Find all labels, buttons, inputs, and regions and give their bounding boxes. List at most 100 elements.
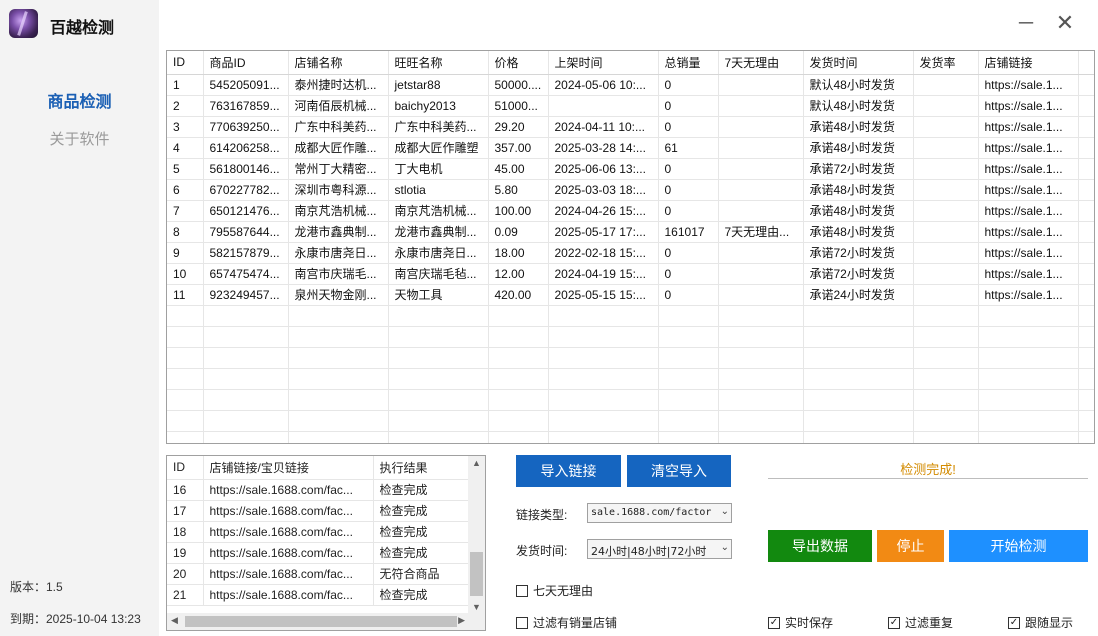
column-header[interactable]: 总销量 xyxy=(658,51,719,75)
table-cell xyxy=(718,95,804,117)
table-cell: 6 xyxy=(167,179,204,201)
table-cell: 承诺48小时发货 xyxy=(803,179,914,201)
filter-duplicate-checkbox[interactable]: ✓ 过滤重复 xyxy=(888,614,953,631)
log-row[interactable]: 17 https://sale.1688.com/fac... 检查完成 xyxy=(167,500,470,522)
table-cell: 45.00 xyxy=(488,158,549,180)
table-row[interactable]: 5 561800146... 常州丁大精密... 丁大电机 45.00 2025-06-0… xyxy=(167,158,1094,180)
table-cell: https://sale.1... xyxy=(978,284,1079,306)
checkbox-box[interactable] xyxy=(516,584,528,597)
column-header[interactable]: 商品ID xyxy=(203,51,289,75)
check-icon[interactable]: ✓ xyxy=(888,616,900,629)
empty-cell xyxy=(1078,368,1094,390)
table-cell: 泉州天物金刚... xyxy=(288,284,389,306)
empty-cell xyxy=(548,410,659,432)
table-cell: 常州丁大精密... xyxy=(288,158,389,180)
column-header[interactable]: 7天无理由 xyxy=(718,51,804,75)
log-row[interactable]: 20 https://sale.1688.com/fac... 无符合商品 xyxy=(167,563,470,585)
follow-display-checkbox[interactable]: ✓ 跟随显示 xyxy=(1008,614,1073,631)
table-cell: 5 xyxy=(167,158,204,180)
table-row[interactable]: 4 614206258... 成都大匠作雕... 成都大匠作雕塑 357.00 2025-… xyxy=(167,137,1094,159)
table-cell: 2025-03-28 14:... xyxy=(548,137,659,159)
empty-cell xyxy=(288,368,389,390)
column-header[interactable]: 发货率 xyxy=(913,51,979,75)
table-cell-filler xyxy=(1078,95,1094,117)
seven-day-checkbox[interactable]: 七天无理由 xyxy=(516,582,593,599)
log-horizontal-scrollbar[interactable]: ◀ ▶ xyxy=(167,613,485,630)
empty-cell xyxy=(658,347,719,369)
table-row[interactable]: 10 657475474... 南宫市庆瑞毛... 南宫庆瑞毛毡... 12.00 202… xyxy=(167,263,1094,285)
realtime-save-checkbox[interactable]: ✓ 实时保存 xyxy=(768,614,833,631)
log-horizontal-scroll-thumb[interactable] xyxy=(185,616,457,627)
log-cell: https://sale.1688.com/fac... xyxy=(203,521,374,543)
empty-row xyxy=(167,410,1094,432)
log-row[interactable]: 19 https://sale.1688.com/fac... 检查完成 xyxy=(167,542,470,564)
log-cell: 检查完成 xyxy=(373,500,470,522)
log-row[interactable]: 21 https://sale.1688.com/fac... 检查完成 xyxy=(167,584,470,606)
empty-cell xyxy=(803,389,914,411)
table-cell xyxy=(718,137,804,159)
scroll-left-icon[interactable]: ◀ xyxy=(171,615,178,626)
empty-cell xyxy=(978,368,1079,390)
table-row[interactable]: 2 763167859... 河南佰辰机械... baichy2013 51000...… xyxy=(167,95,1094,117)
check-icon[interactable]: ✓ xyxy=(768,616,780,629)
table-cell: 763167859... xyxy=(203,95,289,117)
table-cell-filler xyxy=(1078,284,1094,306)
log-column-header[interactable]: 店铺链接/宝贝链接 xyxy=(203,456,374,480)
table-row[interactable]: 11 923249457... 泉州天物金刚... 天物工具 420.00 2025-05… xyxy=(167,284,1094,306)
table-row[interactable]: 1 545205091... 泰州捷时达机... jetstar88 50000....… xyxy=(167,74,1094,96)
start-check-button[interactable]: 开始检测 xyxy=(949,530,1088,562)
empty-cell xyxy=(548,368,659,390)
column-header[interactable]: 店铺名称 xyxy=(288,51,389,75)
table-cell: 420.00 xyxy=(488,284,549,306)
empty-cell xyxy=(1078,326,1094,348)
check-icon[interactable]: ✓ xyxy=(1008,616,1020,629)
log-vertical-scrollbar[interactable]: ▲ ▼ xyxy=(468,456,485,614)
log-row[interactable]: 16 https://sale.1688.com/fac... 检查完成 xyxy=(167,479,470,501)
export-data-button[interactable]: 导出数据 xyxy=(768,530,872,562)
column-header[interactable]: 上架时间 xyxy=(548,51,659,75)
nav-item-about[interactable]: 关于软件 xyxy=(0,128,159,149)
minimize-icon[interactable]: ─ xyxy=(1013,10,1039,36)
nav-item-product-check[interactable]: 商品检测 xyxy=(0,88,159,112)
log-row[interactable]: 18 https://sale.1688.com/fac... 检查完成 xyxy=(167,521,470,543)
table-cell-filler xyxy=(1078,74,1094,96)
empty-cell xyxy=(978,389,1079,411)
close-icon[interactable]: ✕ xyxy=(1052,10,1078,36)
stop-button[interactable]: 停止 xyxy=(877,530,944,562)
column-header[interactable]: 发货时间 xyxy=(803,51,914,75)
scroll-right-icon[interactable]: ▶ xyxy=(458,615,465,626)
table-row[interactable]: 8 795587644... 龙港市鑫典制... 龙港市鑫典制... 0.09 2025-… xyxy=(167,221,1094,243)
table-row[interactable]: 6 670227782... 深圳市粤科源... stlotia 5.80 2025-03… xyxy=(167,179,1094,201)
log-cell: https://sale.1688.com/fac... xyxy=(203,500,374,522)
log-vertical-scroll-thumb[interactable] xyxy=(470,552,483,596)
empty-cell xyxy=(388,431,489,443)
scroll-up-icon[interactable]: ▲ xyxy=(472,458,481,468)
empty-cell xyxy=(658,431,719,443)
link-type-select[interactable]: sale.1688.com/factor ⌄ xyxy=(587,503,732,523)
column-header[interactable]: 旺旺名称 xyxy=(388,51,489,75)
table-row[interactable]: 3 770639250... 广东中科美药... 广东中科美药... 29.20 2024… xyxy=(167,116,1094,138)
table-row[interactable]: 9 582157879... 永康市唐尧日... 永康市唐尧日... 18.00 2022… xyxy=(167,242,1094,264)
table-cell: 0 xyxy=(658,74,719,96)
empty-row xyxy=(167,368,1094,390)
table-cell xyxy=(913,74,979,96)
results-table[interactable]: ID 商品ID 店铺名称 旺旺名称 价格 上架时间 总销量 7天无理由 发货时间 发货率 店铺链接 … xyxy=(166,50,1095,444)
table-row[interactable]: 7 650121476... 南京芃浩机械... 南京芃浩机械... 100.00 202… xyxy=(167,200,1094,222)
scroll-down-icon[interactable]: ▼ xyxy=(472,602,481,612)
log-table[interactable]: ID 店铺链接/宝贝链接 执行结果 16 https://sale.1688.com/… xyxy=(166,455,486,631)
empty-cell xyxy=(1078,305,1094,327)
clear-import-button[interactable]: 清空导入 xyxy=(627,455,731,487)
column-header[interactable]: 价格 xyxy=(488,51,549,75)
filter-sales-label: 过滤有销量店铺 xyxy=(533,616,618,630)
log-column-header[interactable]: ID xyxy=(167,456,204,480)
ship-time-select[interactable]: 24小时|48小时|72小时 ⌄ xyxy=(587,539,732,559)
table-cell xyxy=(913,179,979,201)
table-cell: 承诺72小时发货 xyxy=(803,158,914,180)
checkbox-box[interactable] xyxy=(516,616,528,629)
log-column-header[interactable]: 执行结果 xyxy=(373,456,470,480)
empty-cell xyxy=(913,410,979,432)
import-links-button[interactable]: 导入链接 xyxy=(516,455,621,487)
column-header[interactable]: 店铺链接 xyxy=(978,51,1079,75)
filter-sales-checkbox[interactable]: 过滤有销量店铺 xyxy=(516,614,617,631)
column-header[interactable]: ID xyxy=(167,51,204,75)
